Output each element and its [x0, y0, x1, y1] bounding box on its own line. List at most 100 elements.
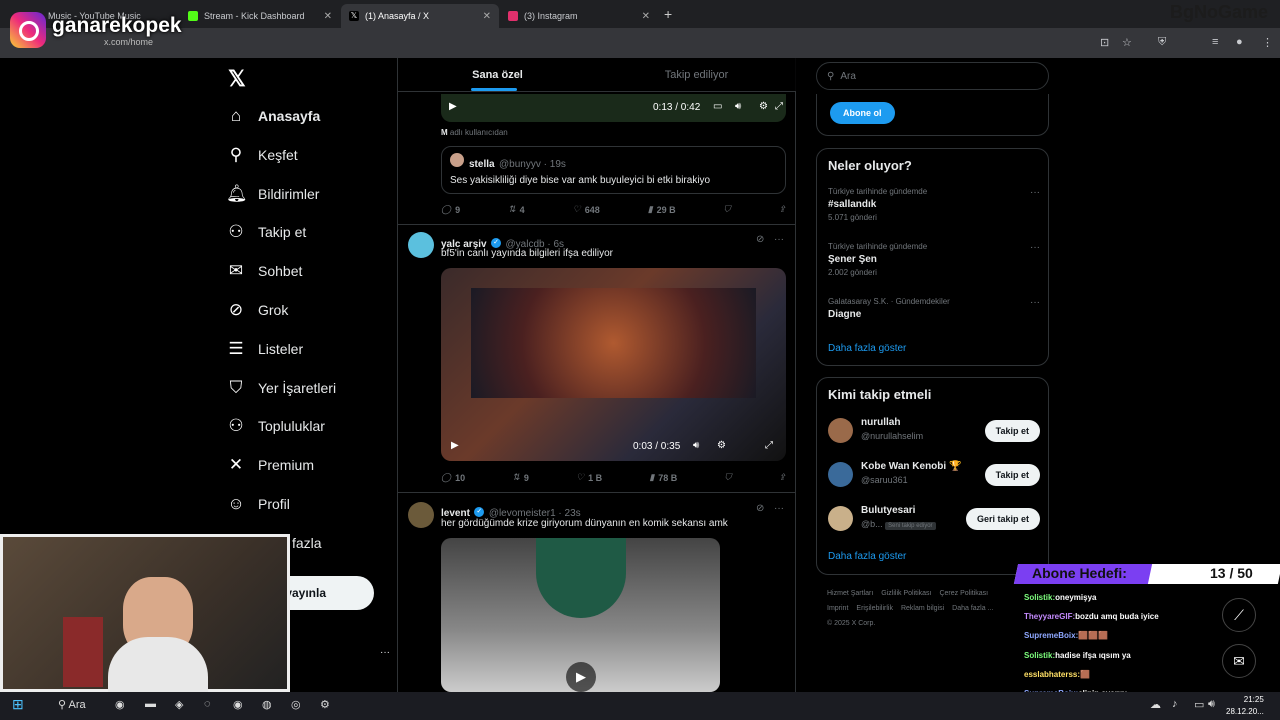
footer-link[interactable]: Çerez Politikası	[939, 590, 988, 597]
like-button[interactable]: ♡ 1 B	[576, 472, 602, 483]
app-icon[interactable]: ⚙	[320, 698, 330, 711]
nav-item-x-premium[interactable]: ✕ Premium	[226, 449, 314, 481]
follow-suggestion[interactable]: Kobe Wan Kenobi 🏆 @saruu361 Takip et	[828, 460, 1040, 490]
subscribe-button[interactable]: Abone ol	[830, 102, 895, 124]
footer-link[interactable]: Gizlilik Politikası	[881, 590, 931, 597]
nav-item-grok[interactable]: ⊘ Grok	[226, 294, 288, 326]
more-icon[interactable]: ···	[774, 503, 784, 514]
grok-icon[interactable]: ⊘	[756, 234, 764, 245]
nav-item-bookmark[interactable]: ⛉ Yer İşaretleri	[226, 372, 336, 404]
volume-icon[interactable]: 🔊︎	[1208, 698, 1215, 711]
url-field[interactable]: x.com/home	[104, 37, 153, 47]
mic-icon[interactable]: ♪	[1172, 698, 1178, 710]
show-more-follow[interactable]: Daha fazla göster	[828, 551, 906, 562]
system-clock[interactable]: 21:25 28.12.20...	[1226, 694, 1264, 718]
repost-button[interactable]: ⇅ 4	[508, 204, 525, 215]
network-icon[interactable]: ☁	[1150, 698, 1161, 711]
footer-link[interactable]: Reklam bilgisi	[901, 605, 944, 612]
trend-item[interactable]: Türkiye tarihinde gündemde Şener Şen 2.002…	[828, 242, 1040, 277]
display-icon[interactable]: ▭	[1194, 698, 1204, 711]
reply-button[interactable]: ◯ 9	[441, 204, 460, 215]
like-button[interactable]: ♡ 648	[573, 204, 600, 215]
play-icon[interactable]: ▶	[449, 101, 457, 112]
tab-kick-dashboard[interactable]: Stream - Kick Dashboard ✕	[180, 4, 340, 28]
nav-more-label[interactable]: fazla	[292, 535, 322, 551]
close-tab-icon[interactable]: ✕	[324, 11, 332, 22]
whatsapp-icon[interactable]: ◌	[204, 698, 211, 710]
avatar[interactable]	[408, 502, 434, 528]
grok-fab-icon[interactable]: ⟋	[1222, 598, 1256, 632]
close-tab-icon[interactable]: ✕	[483, 11, 491, 22]
follow-button[interactable]: Geri takip et	[965, 508, 1040, 530]
app-icon[interactable]: ◈	[175, 698, 183, 711]
follow-suggestion[interactable]: nurullah @nurullahselim Takip et	[828, 416, 1040, 446]
fullscreen-icon[interactable]: ⤢	[765, 440, 773, 451]
chrome-icon[interactable]: ◉	[233, 698, 243, 711]
footer-link[interactable]: Hizmet Şartları	[827, 590, 873, 597]
video-player[interactable]: ▶ 0:03 / 0:35 🔊︎ ⚙ ⤢	[441, 268, 786, 461]
nav-item-profile[interactable]: ☺ Profil	[226, 488, 290, 520]
more-icon[interactable]: ···	[774, 234, 784, 245]
nav-item-follow[interactable]: ⚇ Takip et	[226, 216, 306, 248]
more-icon[interactable]: ···	[1030, 297, 1040, 308]
more-icon[interactable]: ···	[380, 647, 390, 658]
volume-icon[interactable]: 🔊︎	[735, 101, 741, 112]
x-logo-icon[interactable]: 𝕏	[228, 66, 246, 92]
video-player[interactable]: ▶	[441, 538, 720, 692]
tab-instagram[interactable]: (3) Instagram ✕	[500, 4, 658, 28]
footer-link[interactable]: Daha fazla ...	[952, 605, 993, 612]
follow-suggestion[interactable]: Bulutyesari @b... Seni takip ediyor Geri t…	[828, 504, 1040, 534]
play-icon[interactable]: ▶	[566, 662, 596, 692]
nav-item-mail[interactable]: ✉ Sohbet	[226, 255, 303, 287]
tab-for-you[interactable]: Sana özel	[398, 58, 597, 91]
follow-button[interactable]: Takip et	[984, 464, 1040, 486]
nav-item-list[interactable]: ☰ Listeler	[226, 333, 303, 365]
install-icon[interactable]: ⊡	[1100, 36, 1109, 49]
views-button[interactable]: ▮ 78 B	[649, 472, 677, 483]
steam-icon[interactable]: ◎	[291, 698, 301, 711]
more-icon[interactable]: ···	[1030, 242, 1040, 253]
follow-button[interactable]: Takip et	[984, 420, 1040, 442]
views-button[interactable]: ▮ 29 B	[648, 204, 676, 215]
fullscreen-icon[interactable]: ⤢	[775, 101, 783, 112]
share-button[interactable]: ⇪	[778, 204, 786, 215]
windows-start-icon[interactable]: ⊞	[12, 696, 24, 713]
reply-button[interactable]: ◯ 10	[441, 472, 465, 483]
bookmark-button[interactable]: ⛉	[724, 472, 731, 483]
extension-icon[interactable]: ⛨	[1158, 36, 1166, 49]
play-icon[interactable]: ▶	[451, 440, 459, 451]
new-tab-button[interactable]: +	[664, 6, 672, 22]
tab-following[interactable]: Takip ediliyor	[597, 58, 796, 91]
grok-icon[interactable]: ⊘	[756, 503, 764, 514]
footer-link[interactable]: Erişilebilirlik	[856, 605, 893, 612]
video-player[interactable]: ▶ 0:13 / 0:42 ▭ 🔊︎ ⚙ ⤢	[441, 94, 786, 122]
nav-item-communities[interactable]: ⚇ Topluluklar	[226, 410, 325, 442]
folder-icon[interactable]: ▬	[145, 698, 156, 710]
close-tab-icon[interactable]: ✕	[642, 11, 650, 22]
trend-item[interactable]: Galatasaray S.K. · Gündemdekiler Diagne ··…	[828, 297, 1040, 323]
avatar[interactable]	[408, 232, 434, 258]
profile-avatar-icon[interactable]: ●	[1236, 36, 1243, 48]
media-icon[interactable]: ≡	[1212, 36, 1218, 48]
tab-x-home[interactable]: 𝕏 (1) Anasayfa / X ✕	[341, 4, 499, 28]
share-button[interactable]: ⇪	[778, 472, 786, 483]
nav-item-home[interactable]: ⌂ Anasayfa	[226, 100, 320, 132]
chrome-icon[interactable]: ◉	[115, 698, 125, 711]
show-more-trends[interactable]: Daha fazla göster	[828, 343, 906, 354]
search-input[interactable]: ⚲ Ara	[816, 62, 1049, 90]
nav-item-search[interactable]: ⚲ Keşfet	[226, 139, 298, 171]
repost-button[interactable]: ⇅ 9	[512, 472, 529, 483]
settings-icon[interactable]: ⚙	[717, 440, 726, 451]
menu-icon[interactable]: ⋮	[1262, 36, 1273, 49]
bookmark-star-icon[interactable]: ☆	[1122, 36, 1132, 49]
bookmark-button[interactable]: ⛉	[724, 204, 731, 215]
nav-item-bell[interactable]: 🔔︎ Bildirimler	[226, 178, 319, 210]
quoted-post[interactable]: stella @bunyyv · 19s Ses yakisikliliği d…	[441, 146, 786, 194]
captions-icon[interactable]: ▭	[713, 101, 722, 112]
trend-item[interactable]: Türkiye tarihinde gündemde #sallandık 5.07…	[828, 187, 1040, 222]
discord-icon[interactable]: ◍	[262, 698, 272, 711]
footer-link[interactable]: Imprint	[827, 605, 848, 612]
taskbar-search[interactable]: ⚲ Ara	[58, 698, 86, 711]
messages-fab-icon[interactable]: ✉	[1222, 644, 1256, 678]
volume-icon[interactable]: 🔊︎	[693, 440, 699, 451]
